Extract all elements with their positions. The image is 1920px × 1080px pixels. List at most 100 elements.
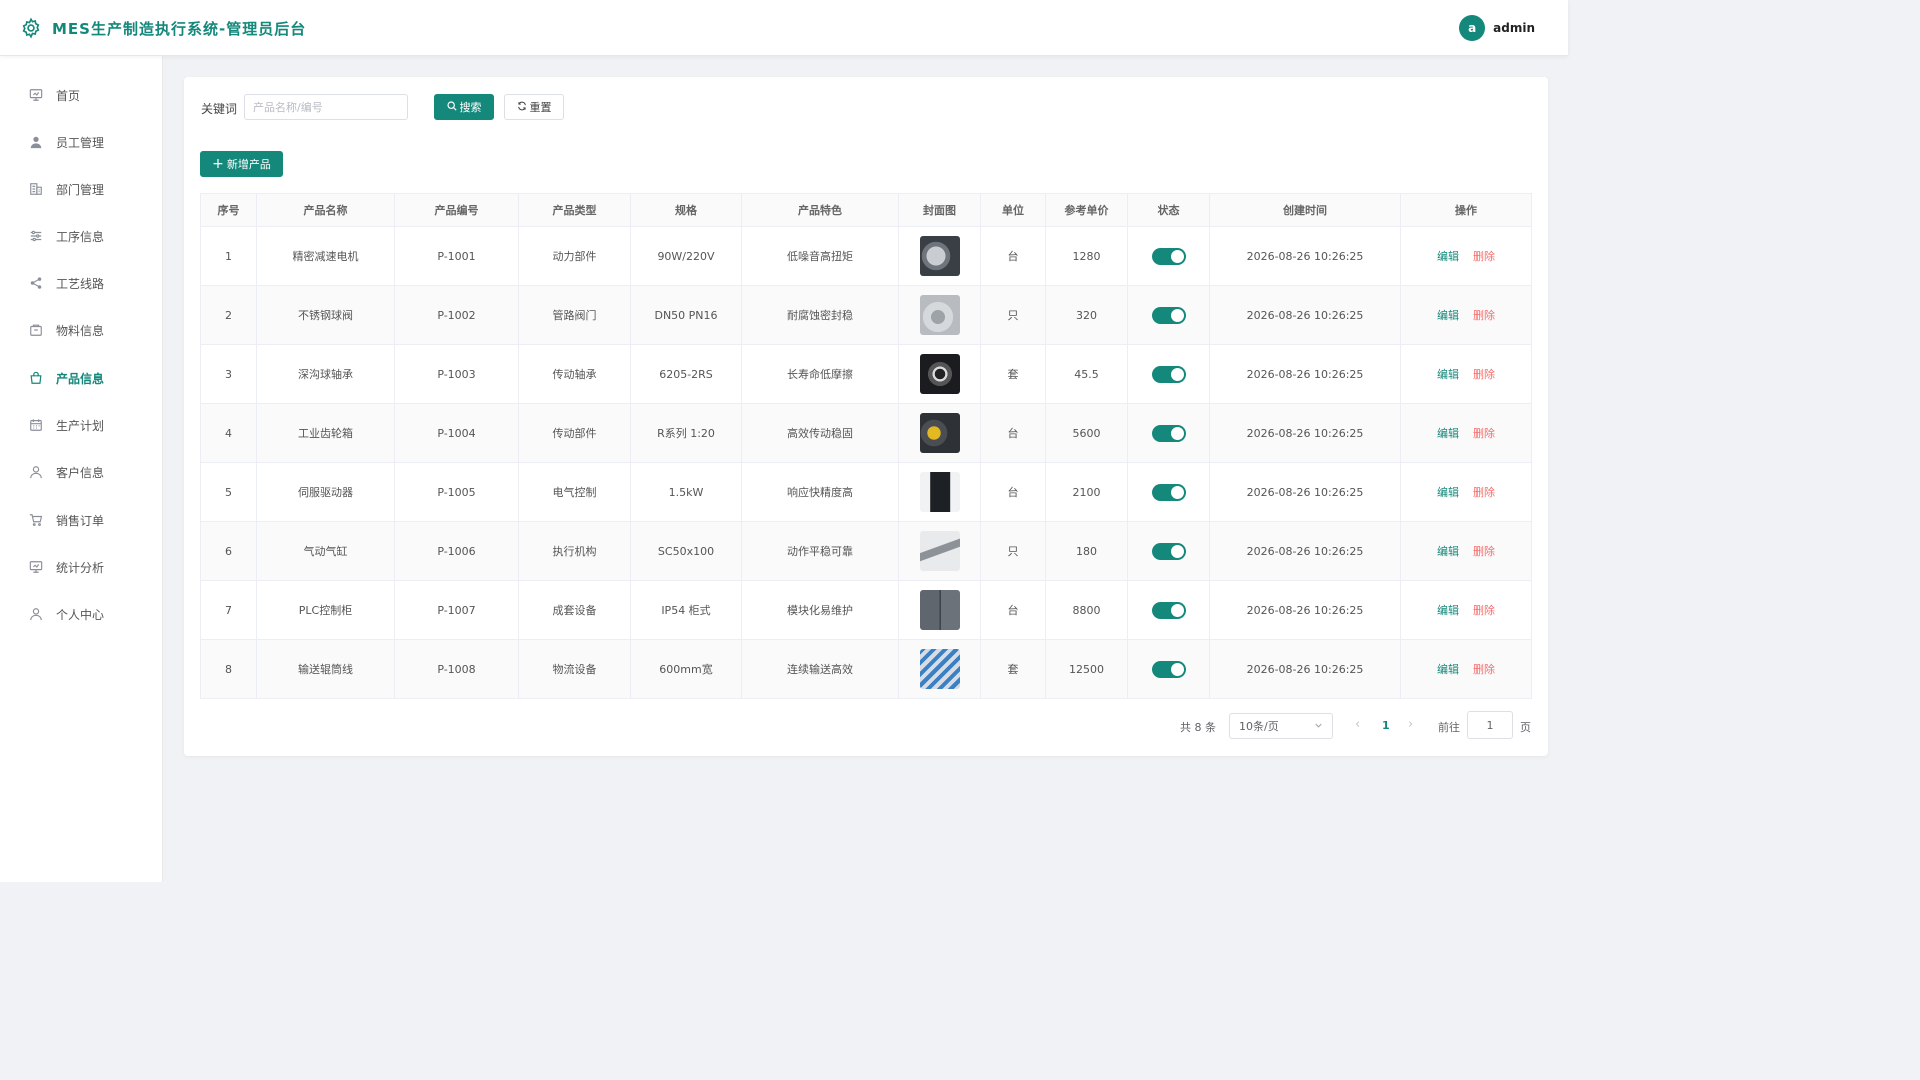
- sidebar-item-label: 统计分析: [56, 560, 105, 575]
- chevron-down-icon: [1314, 720, 1323, 733]
- product-cover-image[interactable]: [919, 236, 960, 276]
- product-cover-image[interactable]: [919, 295, 960, 335]
- cell-no: 1: [200, 226, 257, 286]
- edit-link[interactable]: 编辑: [1437, 368, 1459, 381]
- cell-type: 动力部件: [518, 226, 631, 286]
- cell-code: P-1001: [394, 226, 519, 286]
- col-header-feature: 产品特色: [741, 193, 899, 227]
- product-cover-image[interactable]: [919, 649, 960, 689]
- cell-feature: 低噪音高扭矩: [741, 226, 899, 286]
- cell-feature: 长寿命低摩擦: [741, 344, 899, 404]
- table-row: 7 PLC控制柜 P-1007 成套设备 IP54 柜式 模块化易维护 台 88…: [200, 580, 1532, 640]
- table-row: 5 伺服驱动器 P-1005 电气控制 1.5kW 响应快精度高 台 2100 …: [200, 462, 1532, 522]
- cell-name: PLC控制柜: [256, 580, 395, 640]
- col-header-cover: 封面图: [898, 193, 981, 227]
- sidebar-item-production-plan[interactable]: 生产计划: [0, 405, 163, 445]
- sidebar-item-label: 员工管理: [56, 135, 105, 150]
- status-toggle[interactable]: [1151, 483, 1186, 501]
- cell-name: 气动气缸: [256, 521, 395, 581]
- plus-icon: +: [212, 156, 224, 172]
- status-toggle[interactable]: [1151, 247, 1186, 265]
- delete-link[interactable]: 删除: [1473, 663, 1495, 676]
- cell-type: 执行机构: [518, 521, 631, 581]
- edit-link[interactable]: 编辑: [1437, 604, 1459, 617]
- delete-link[interactable]: 删除: [1473, 486, 1495, 499]
- cell-name: 伺服驱动器: [256, 462, 395, 522]
- status-toggle[interactable]: [1151, 306, 1186, 324]
- delete-link[interactable]: 删除: [1473, 604, 1495, 617]
- cell-type: 传动轴承: [518, 344, 631, 404]
- status-toggle[interactable]: [1151, 660, 1186, 678]
- delete-link[interactable]: 删除: [1473, 309, 1495, 322]
- cell-actions: 编辑 删除: [1400, 226, 1532, 286]
- cell-spec: R系列 1:20: [630, 403, 742, 463]
- product-cover-image[interactable]: [919, 413, 960, 453]
- col-header-no: 序号: [200, 193, 257, 227]
- cell-price: 45.5: [1045, 344, 1128, 404]
- add-product-button[interactable]: + 新增产品: [200, 151, 283, 177]
- edit-link[interactable]: 编辑: [1437, 486, 1459, 499]
- sidebar-item-routes[interactable]: 工艺线路: [0, 263, 163, 303]
- product-cover-image[interactable]: [919, 472, 960, 512]
- sidebar-item-sales-orders[interactable]: 销售订单: [0, 500, 163, 540]
- sidebar-item-profile[interactable]: 个人中心: [0, 594, 163, 634]
- sidebar-item-customers[interactable]: 客户信息: [0, 452, 163, 492]
- status-toggle[interactable]: [1151, 365, 1186, 383]
- bag-icon: [28, 371, 43, 386]
- delete-link[interactable]: 删除: [1473, 427, 1495, 440]
- sidebar-item-departments[interactable]: 部门管理: [0, 169, 163, 209]
- col-header-type: 产品类型: [518, 193, 631, 227]
- username[interactable]: admin: [1493, 21, 1535, 35]
- product-cover-image[interactable]: [919, 354, 960, 394]
- product-cover-image[interactable]: [919, 531, 960, 571]
- cell-created: 2026-08-26 10:26:25: [1209, 403, 1401, 463]
- reset-button[interactable]: 重置: [504, 94, 564, 120]
- status-toggle[interactable]: [1151, 424, 1186, 442]
- sidebar-item-statistics[interactable]: 统计分析: [0, 547, 163, 587]
- brand: MES生产制造执行系统-管理员后台: [20, 17, 306, 39]
- delete-link[interactable]: 删除: [1473, 545, 1495, 558]
- cell-code: P-1008: [394, 639, 519, 699]
- delete-link[interactable]: 删除: [1473, 250, 1495, 263]
- cell-spec: SC50x100: [630, 521, 742, 581]
- cell-status: [1127, 226, 1210, 286]
- cell-unit: 台: [980, 462, 1046, 522]
- edit-link[interactable]: 编辑: [1437, 309, 1459, 322]
- cell-type: 管路阀门: [518, 285, 631, 345]
- avatar[interactable]: a: [1459, 15, 1486, 41]
- product-cover-image[interactable]: [919, 590, 960, 630]
- delete-link[interactable]: 删除: [1473, 368, 1495, 381]
- current-page[interactable]: 1: [1382, 719, 1390, 732]
- table-row: 2 不锈钢球阀 P-1002 管路阀门 DN50 PN16 耐腐蚀密封稳 只 3…: [200, 285, 1532, 345]
- user-menu[interactable]: a admin: [1459, 15, 1535, 41]
- share-icon: [28, 276, 43, 291]
- sidebar-item-home[interactable]: 首页: [0, 75, 163, 115]
- search-button[interactable]: 搜索: [434, 94, 494, 120]
- sidebar-item-materials[interactable]: 物料信息: [0, 310, 163, 350]
- edit-link[interactable]: 编辑: [1437, 427, 1459, 440]
- cell-feature: 耐腐蚀密封稳: [741, 285, 899, 345]
- sidebar-item-processes[interactable]: 工序信息: [0, 216, 163, 256]
- sidebar-item-employees[interactable]: 员工管理: [0, 122, 163, 162]
- cell-price: 8800: [1045, 580, 1128, 640]
- cell-created: 2026-08-26 10:26:25: [1209, 462, 1401, 522]
- edit-link[interactable]: 编辑: [1437, 545, 1459, 558]
- main-card: 关键词 搜索 重置 + 新增产品 序号 产品名称 产品编号 产品类型 规格 产品…: [184, 77, 1548, 756]
- status-toggle[interactable]: [1151, 601, 1186, 619]
- edit-link[interactable]: 编辑: [1437, 663, 1459, 676]
- next-page-button[interactable]: ›: [1408, 717, 1413, 732]
- cell-no: 5: [200, 462, 257, 522]
- search-button-label: 搜索: [459, 101, 482, 114]
- col-header-name: 产品名称: [256, 193, 395, 227]
- prev-page-button[interactable]: ‹: [1355, 717, 1360, 732]
- edit-link[interactable]: 编辑: [1437, 250, 1459, 263]
- user-icon: [28, 135, 43, 150]
- page-size-select[interactable]: 10条/页: [1229, 713, 1333, 739]
- status-toggle[interactable]: [1151, 542, 1186, 560]
- search-input[interactable]: [244, 94, 408, 120]
- sidebar-item-products[interactable]: 产品信息: [0, 358, 163, 398]
- goto-page-input[interactable]: [1467, 711, 1513, 739]
- cell-status: [1127, 344, 1210, 404]
- cell-spec: IP54 柜式: [630, 580, 742, 640]
- cell-unit: 只: [980, 285, 1046, 345]
